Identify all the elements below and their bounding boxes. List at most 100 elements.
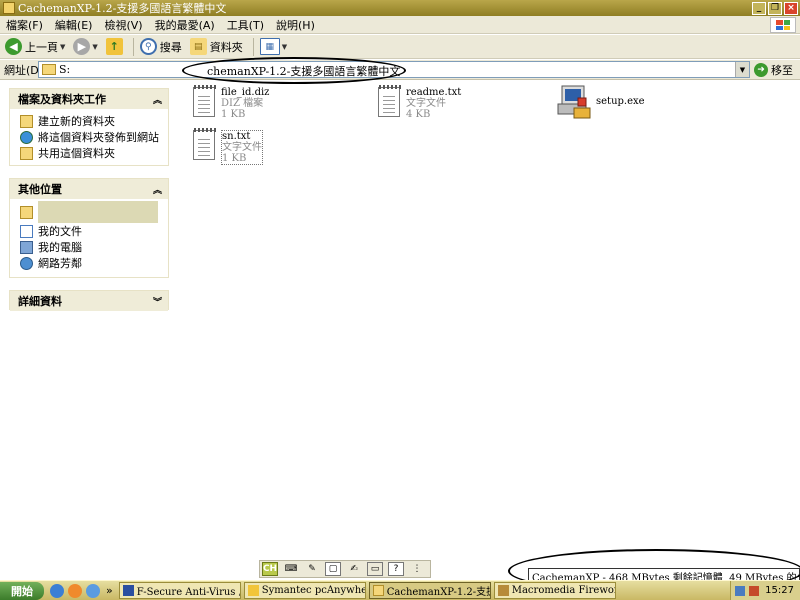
search-button[interactable]: ⚲ 搜尋 bbox=[138, 36, 184, 58]
quick-launch-icon[interactable] bbox=[86, 583, 100, 598]
task-label: F-Secure Anti-Virus 用戶... bbox=[136, 587, 240, 598]
file-type: 文字文件 bbox=[222, 142, 262, 153]
toolbar-divider bbox=[132, 37, 134, 56]
menu-file[interactable]: 檔案(F) bbox=[0, 17, 49, 33]
place-my-documents[interactable]: 我的文件 bbox=[20, 223, 160, 239]
file-item[interactable]: file_id.diz DIZ 檔案 1 KB bbox=[193, 85, 269, 120]
task-label: Symantec pcAnywhere bbox=[261, 585, 365, 596]
address-input[interactable]: S: chemanXP-1.2-支援多國語言繁體中文 ▼ bbox=[38, 61, 750, 78]
menu-view[interactable]: 檢視(V) bbox=[98, 17, 148, 33]
other-places-header[interactable]: 其他位置 ︽ bbox=[10, 179, 168, 199]
task-fsecure[interactable]: F-Secure Anti-Virus 用戶... bbox=[118, 582, 241, 599]
folder-icon bbox=[20, 205, 33, 219]
up-folder-icon: ↑ bbox=[105, 38, 123, 55]
ie-icon[interactable] bbox=[50, 583, 64, 598]
input-mode-button[interactable]: CH bbox=[262, 562, 278, 576]
back-button[interactable]: ◀ 上一頁 ▼ bbox=[3, 36, 67, 58]
options-icon[interactable]: ⋮ bbox=[409, 562, 425, 576]
file-size: 1 KB bbox=[222, 153, 247, 164]
place-label: 我的電腦 bbox=[38, 241, 82, 254]
folder-icon bbox=[42, 64, 56, 75]
up-folder-button[interactable]: ↑ bbox=[104, 36, 125, 58]
menu-edit[interactable]: 編輯(E) bbox=[49, 17, 99, 33]
shared-folder-icon bbox=[20, 146, 33, 160]
start-button[interactable]: 開始 bbox=[0, 581, 44, 600]
task-label: 將這個資料夾發佈到網站 bbox=[38, 131, 159, 144]
close-button[interactable]: × bbox=[784, 1, 798, 15]
chevron-down-icon: ▼ bbox=[92, 42, 98, 51]
file-name: setup.exe bbox=[596, 96, 645, 107]
collapse-icon[interactable]: ︽ bbox=[153, 93, 162, 106]
task-label: CachemanXP-1.2-支援多... bbox=[386, 587, 490, 598]
tray-icon[interactable] bbox=[749, 585, 760, 596]
task-publish-web[interactable]: 將這個資料夾發佈到網站 bbox=[20, 129, 160, 145]
windows-logo-icon bbox=[770, 17, 796, 33]
taskbar: 開始 » F-Secure Anti-Virus 用戶... Symantec … bbox=[0, 580, 800, 600]
back-arrow-icon: ◀ bbox=[5, 38, 22, 55]
task-label: Macromedia Fireworks M... bbox=[511, 585, 615, 596]
task-fireworks[interactable]: Macromedia Fireworks M... bbox=[493, 582, 616, 599]
task-new-folder[interactable]: 建立新的資料夾 bbox=[20, 113, 160, 129]
address-bar: 網址(D) S: chemanXP-1.2-支援多國語言繁體中文 ▼ ➜ 移至 bbox=[0, 60, 800, 80]
system-tray: 15:27 bbox=[730, 581, 800, 600]
file-tasks-panel: 檔案及資料夾工作 ︽ 建立新的資料夾 將這個資料夾發佈到網站 共用這個資料夾 bbox=[9, 88, 169, 166]
toolbar: ◀ 上一頁 ▼ ▶ ▼ ↑ ⚲ 搜尋 ▤ 資料夾 ▦ ▼ bbox=[0, 35, 800, 59]
place-parent-folder[interactable] bbox=[20, 201, 160, 223]
write-icon[interactable]: ✍ bbox=[346, 562, 362, 576]
folder-icon bbox=[372, 585, 384, 596]
keyboard-icon[interactable]: ⌨ bbox=[283, 562, 299, 576]
expand-icon[interactable]: ︾ bbox=[153, 295, 162, 308]
clock[interactable]: 15:27 bbox=[765, 585, 794, 596]
forward-button[interactable]: ▶ ▼ bbox=[71, 36, 99, 58]
folders-icon: ▤ bbox=[189, 38, 207, 55]
chevron-down-icon: ▼ bbox=[281, 42, 288, 51]
go-label: 移至 bbox=[771, 64, 793, 77]
pad-icon[interactable]: ▢ bbox=[325, 562, 341, 576]
task-share-folder[interactable]: 共用這個資料夾 bbox=[20, 145, 160, 161]
search-icon: ⚲ bbox=[139, 38, 157, 55]
other-places-title: 其他位置 bbox=[18, 183, 62, 196]
fireworks-icon bbox=[497, 585, 509, 596]
place-my-computer[interactable]: 我的電腦 bbox=[20, 239, 160, 255]
folders-button[interactable]: ▤ 資料夾 bbox=[188, 36, 245, 58]
address-prefix: S: bbox=[59, 63, 71, 76]
file-item[interactable]: readme.txt 文字文件 4 KB bbox=[378, 85, 461, 120]
address-value: chemanXP-1.2-支援多國語言繁體中文 bbox=[207, 65, 401, 78]
folder-icon bbox=[3, 2, 15, 14]
menu-favorites[interactable]: 我的最愛(A) bbox=[149, 17, 221, 33]
file-tasks-header[interactable]: 檔案及資料夾工作 ︽ bbox=[10, 89, 168, 109]
toolbar-divider bbox=[252, 37, 254, 56]
details-header[interactable]: 詳細資料 ︾ bbox=[10, 291, 168, 311]
file-size: 1 KB bbox=[221, 109, 246, 120]
details-title: 詳細資料 bbox=[18, 295, 62, 308]
input-icon[interactable]: ▭ bbox=[367, 562, 383, 576]
go-button[interactable]: ➜ 移至 bbox=[754, 62, 793, 78]
place-network[interactable]: 網路芳鄰 bbox=[20, 255, 160, 271]
file-name: sn.txt bbox=[222, 131, 251, 142]
task-cachemanxp-folder[interactable]: CachemanXP-1.2-支援多... bbox=[368, 582, 491, 599]
collapse-icon[interactable]: ︽ bbox=[153, 183, 162, 196]
start-label: 開始 bbox=[11, 584, 33, 598]
tools-icon[interactable]: ✎ bbox=[304, 562, 320, 576]
menu-tools[interactable]: 工具(T) bbox=[221, 17, 270, 33]
search-label: 搜尋 bbox=[159, 40, 182, 54]
media-icon[interactable] bbox=[68, 583, 82, 598]
menu-help[interactable]: 說明(H) bbox=[270, 17, 321, 33]
pcanywhere-icon bbox=[247, 585, 259, 596]
task-pcanywhere[interactable]: Symantec pcAnywhere bbox=[243, 582, 366, 599]
restore-button[interactable]: ❐ bbox=[768, 1, 782, 15]
quick-launch-chevron[interactable]: » bbox=[106, 584, 113, 597]
minimize-button[interactable]: _ bbox=[752, 1, 766, 15]
address-dropdown-button[interactable]: ▼ bbox=[735, 62, 749, 77]
go-arrow-icon: ➜ bbox=[754, 63, 768, 77]
file-item[interactable]: sn.txt 文字文件 1 KB bbox=[193, 128, 263, 165]
window-title: CachemanXP-1.2-支援多國語言繁體中文 bbox=[18, 2, 227, 15]
fsecure-icon bbox=[122, 585, 134, 596]
task-label: 建立新的資料夾 bbox=[38, 115, 115, 128]
tray-icon[interactable] bbox=[735, 585, 746, 596]
place-label: 網路芳鄰 bbox=[38, 257, 82, 270]
views-button[interactable]: ▦ ▼ bbox=[258, 36, 289, 58]
file-tasks-title: 檔案及資料夾工作 bbox=[18, 93, 106, 106]
file-item[interactable]: setup.exe bbox=[556, 84, 645, 120]
help-icon[interactable]: ? bbox=[388, 562, 404, 576]
